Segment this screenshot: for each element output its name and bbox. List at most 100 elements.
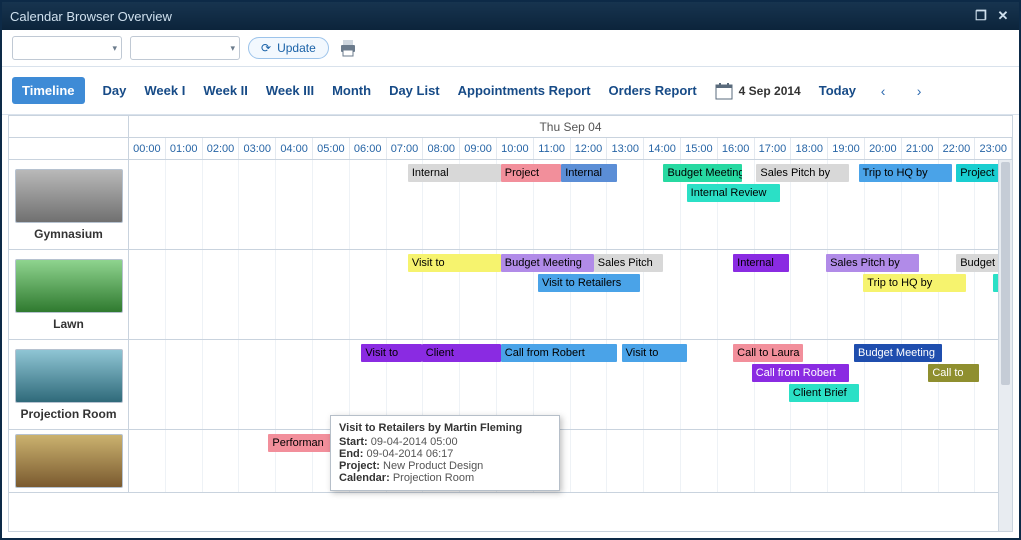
tab-day-list[interactable]: Day List	[389, 83, 440, 98]
resource-thumbnail	[15, 349, 123, 403]
tooltip-calendar-label: Calendar:	[339, 472, 390, 484]
hour-column: 03:00	[239, 138, 276, 159]
tooltip-project-label: Project:	[339, 460, 380, 472]
timeline-area[interactable]: Visit toClientCall from RobertVisit toCa…	[129, 340, 1012, 429]
calendar-event[interactable]: Visit to Retailers	[538, 274, 640, 292]
resource-thumbnail	[15, 259, 123, 313]
chevron-down-icon: ▾	[230, 43, 235, 54]
calendar-event[interactable]: Visit to	[622, 344, 687, 362]
resource-cell[interactable]: Lawn	[9, 250, 129, 339]
resource-name: Projection Room	[20, 407, 116, 421]
calendar-event[interactable]: Internal	[561, 164, 617, 182]
scrollbar-thumb[interactable]	[1001, 162, 1010, 385]
hour-column: 15:00	[681, 138, 718, 159]
hour-column: 14:00	[644, 138, 681, 159]
hour-column: 09:00	[460, 138, 497, 159]
calendar-event[interactable]: Client	[422, 344, 501, 362]
tooltip-start-label: Start:	[339, 436, 368, 448]
filter-combo-2[interactable]: ▾	[130, 36, 240, 60]
calendar-event[interactable]: Call from Robert	[752, 364, 850, 382]
filter-combo-1[interactable]: ▾	[12, 36, 122, 60]
tab-week-ii[interactable]: Week II	[203, 83, 248, 98]
calendar-event[interactable]: Visit to	[408, 254, 501, 272]
hour-column: 16:00	[718, 138, 755, 159]
calendar-event[interactable]: Trip to HQ by	[863, 274, 965, 292]
day-header: Thu Sep 04	[9, 116, 1012, 138]
prev-arrow-icon[interactable]: ‹	[874, 82, 892, 100]
window-title: Calendar Browser Overview	[10, 9, 172, 24]
calendar-event[interactable]: Call to Laura	[733, 344, 803, 362]
calendar-event[interactable]: Budget Meeting	[854, 344, 942, 362]
calendar-event[interactable]: Internal Review	[687, 184, 780, 202]
tab-orders-report[interactable]: Orders Report	[609, 83, 697, 98]
calendar-event[interactable]: Trip to HQ by	[859, 164, 952, 182]
resource-cell[interactable]: Projection Room	[9, 340, 129, 429]
current-date: 4 Sep 2014	[739, 84, 801, 98]
hour-column: 12:00	[571, 138, 608, 159]
hour-column: 13:00	[607, 138, 644, 159]
hour-column: 04:00	[276, 138, 313, 159]
tooltip-end: 09-04-2014 06:17	[367, 448, 454, 460]
toolbar: ▾ ▾ ⟳ Update	[2, 30, 1019, 67]
app-window: Calendar Browser Overview ❐ ✕ ▾ ▾ ⟳ Upda…	[0, 0, 1021, 540]
hour-column: 01:00	[166, 138, 203, 159]
hour-column: 20:00	[865, 138, 902, 159]
calendar-event[interactable]: Sales Pitch by	[826, 254, 919, 272]
calendar-event[interactable]: Sales Pitch	[594, 254, 664, 272]
timeline-area[interactable]: InternalProjectInternal Budget Meeting Sal…	[129, 160, 1012, 249]
hours-container: 00:0001:0002:0003:0004:0005:0006:0007:00…	[129, 138, 1012, 159]
hour-column: 19:00	[828, 138, 865, 159]
calendar-event[interactable]: Internal	[408, 164, 501, 182]
calendar-event[interactable]: Budget Meeting	[663, 164, 742, 182]
hour-column: 22:00	[939, 138, 976, 159]
hour-column: 06:00	[350, 138, 387, 159]
calendar-event[interactable]: Visit to	[361, 344, 421, 362]
resource-name: Gymnasium	[34, 227, 103, 241]
resource-name: Lawn	[53, 317, 84, 331]
calendar-icon	[715, 82, 733, 100]
hour-column: 02:00	[203, 138, 240, 159]
calendar-event[interactable]: Client Brief	[789, 384, 859, 402]
tooltip-end-label: End:	[339, 448, 363, 460]
update-button[interactable]: ⟳ Update	[248, 37, 329, 59]
maximize-icon[interactable]: ❐	[973, 8, 989, 24]
tab-day[interactable]: Day	[103, 83, 127, 98]
calendar-event[interactable]: Budget Meeting	[501, 254, 594, 272]
hour-column: 11:00	[534, 138, 571, 159]
hour-header: 00:0001:0002:0003:0004:0005:0006:0007:00…	[9, 138, 1012, 160]
tab-week-iii[interactable]: Week III	[266, 83, 314, 98]
date-picker[interactable]: 4 Sep 2014	[715, 82, 801, 100]
close-icon[interactable]: ✕	[995, 8, 1011, 24]
hour-column: 23:00	[975, 138, 1012, 159]
tooltip-start: 09-04-2014 05:00	[371, 436, 458, 448]
tab-appointments-report[interactable]: Appointments Report	[458, 83, 591, 98]
hour-column: 10:00	[497, 138, 534, 159]
tab-timeline[interactable]: Timeline	[12, 77, 85, 104]
print-button[interactable]	[337, 37, 359, 59]
calendar-event[interactable]: Internal	[733, 254, 789, 272]
update-label: Update	[277, 41, 316, 55]
tooltip-calendar: Projection Room	[393, 472, 474, 484]
calendar-event[interactable]: Sales Pitch by	[756, 164, 849, 182]
today-button[interactable]: Today	[819, 83, 856, 98]
timeline-area[interactable]: Visit toBudget MeetingSales Pitch Interna…	[129, 250, 1012, 339]
resource-cell[interactable]: Gymnasium	[9, 160, 129, 249]
hour-column: 00:00	[129, 138, 166, 159]
day-label: Thu Sep 04	[129, 116, 1012, 137]
hour-column: 05:00	[313, 138, 350, 159]
tooltip-title: Visit to Retailers by Martin Fleming	[339, 422, 551, 434]
resource-cell[interactable]	[9, 430, 129, 492]
tab-week-i[interactable]: Week I	[144, 83, 185, 98]
calendar-event[interactable]: Call from Robert	[501, 344, 617, 362]
event-tooltip: Visit to Retailers by Martin Fleming Sta…	[330, 415, 560, 491]
calendar-event[interactable]: Call to	[928, 364, 979, 382]
resource-thumbnail	[15, 169, 123, 223]
view-tabs: Timeline Day Week I Week II Week III Month Day…	[2, 67, 1019, 115]
tab-month[interactable]: Month	[332, 83, 371, 98]
titlebar: Calendar Browser Overview ❐ ✕	[2, 2, 1019, 30]
calendar-event[interactable]: Project	[501, 164, 561, 182]
next-arrow-icon[interactable]: ›	[910, 82, 928, 100]
vertical-scrollbar[interactable]	[998, 160, 1012, 531]
tooltip-project: New Product Design	[383, 460, 483, 472]
timeline-area[interactable]: Performan	[129, 430, 1012, 492]
